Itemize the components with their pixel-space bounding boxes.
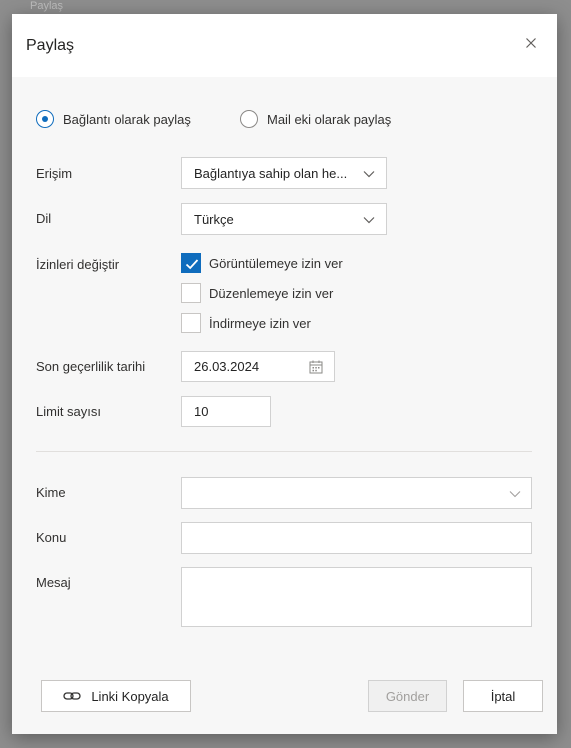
access-label: Erişim xyxy=(36,166,73,181)
access-dropdown[interactable]: Bağlantıya sahip olan he... xyxy=(181,157,387,189)
radio-label: Mail eki olarak paylaş xyxy=(267,111,392,127)
radio-share-as-attachment[interactable]: Mail eki olarak paylaş xyxy=(240,108,391,130)
checkbox-allow-download[interactable]: İndirmeye izin ver xyxy=(181,313,311,333)
limit-input[interactable]: 10 xyxy=(181,396,271,427)
limit-value: 10 xyxy=(194,404,209,419)
radio-button[interactable] xyxy=(240,110,258,128)
to-label: Kime xyxy=(36,485,66,500)
limit-label: Limit sayısı xyxy=(36,404,102,419)
to-dropdown[interactable] xyxy=(181,477,532,509)
link-icon xyxy=(63,692,81,700)
subject-label: Konu xyxy=(36,530,67,545)
subject-input[interactable] xyxy=(181,522,532,554)
language-label: Dil xyxy=(36,211,52,226)
checkbox[interactable] xyxy=(181,283,201,303)
chevron-down-icon xyxy=(363,217,375,224)
send-button[interactable]: Gönder xyxy=(368,680,447,712)
copy-link-button[interactable]: Linki Kopyala xyxy=(41,680,191,712)
send-label: Gönder xyxy=(385,688,430,704)
checkbox-allow-edit[interactable]: Düzenlemeye izin ver xyxy=(181,283,333,303)
radio-button-checked[interactable] xyxy=(36,110,54,128)
access-value: Bağlantıya sahip olan he... xyxy=(194,166,348,181)
dialog-header: Paylaş xyxy=(12,14,557,77)
cancel-label: İptal xyxy=(490,688,516,704)
expiry-date-input[interactable]: 26.03.2024 xyxy=(181,351,335,382)
language-value: Türkçe xyxy=(194,212,234,227)
divider xyxy=(36,451,532,452)
radio-share-as-link[interactable]: Bağlantı olarak paylaş xyxy=(36,108,191,130)
chevron-down-icon xyxy=(363,171,375,178)
calendar-icon[interactable] xyxy=(309,360,323,374)
checkmark-icon xyxy=(185,259,199,270)
language-dropdown[interactable]: Türkçe xyxy=(181,203,387,235)
message-textarea[interactable] xyxy=(181,567,532,627)
checkbox[interactable] xyxy=(181,313,201,333)
radio-label: Bağlantı olarak paylaş xyxy=(63,111,191,127)
checkbox-checked[interactable] xyxy=(181,253,201,273)
share-dialog: Paylaş Bağlantı olarak paylaş Mail eki o… xyxy=(12,14,557,734)
message-label: Mesaj xyxy=(36,575,71,590)
copy-link-label: Linki Kopyala xyxy=(91,688,169,704)
expiry-value: 26.03.2024 xyxy=(194,359,260,374)
cancel-button[interactable]: İptal xyxy=(463,680,543,712)
checkbox-allow-view[interactable]: Görüntülemeye izin ver xyxy=(181,253,343,273)
checkbox-label: İndirmeye izin ver xyxy=(209,315,311,331)
permissions-label: İzinleri değiştir xyxy=(36,257,120,272)
backdrop-text: Paylaş xyxy=(30,0,64,12)
chevron-down-icon xyxy=(509,491,521,498)
close-icon[interactable] xyxy=(522,34,540,52)
checkbox-label: Görüntülemeye izin ver xyxy=(209,255,343,271)
checkbox-label: Düzenlemeye izin ver xyxy=(209,285,334,301)
dialog-title: Paylaş xyxy=(26,37,75,54)
expiry-label: Son geçerlilik tarihi xyxy=(36,359,146,374)
